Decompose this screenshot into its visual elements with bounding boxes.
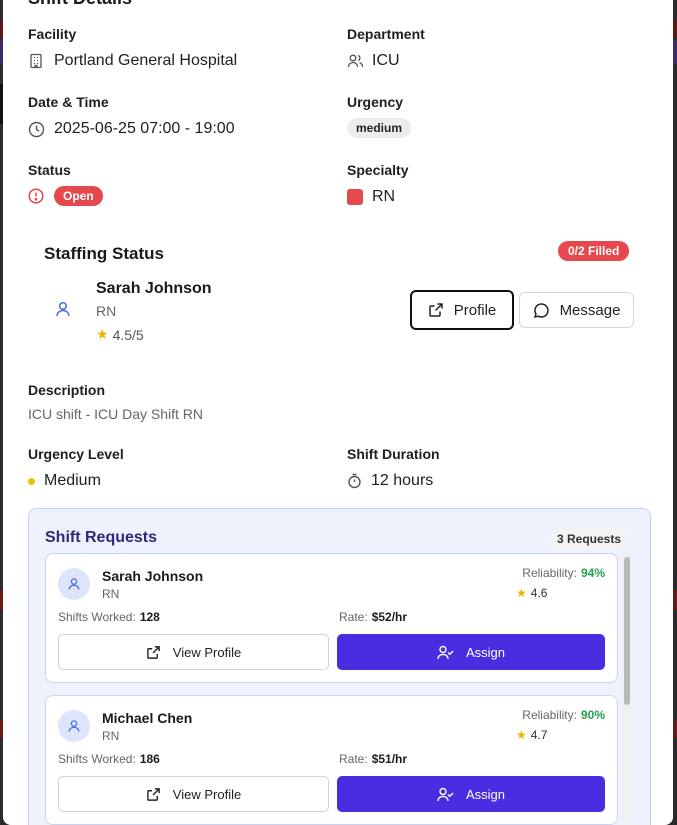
scrollbar-thumb[interactable] xyxy=(624,557,630,705)
status-row: Open xyxy=(28,186,103,206)
facility-row: Portland General Hospital xyxy=(28,52,237,70)
shift-duration-value: 12 hours xyxy=(371,472,434,489)
shift-details-modal: Shift Details Facility Portland General … xyxy=(3,0,673,825)
request-rate: Rate: $52/hr xyxy=(339,610,407,624)
view-profile-button[interactable]: View Profile xyxy=(58,634,329,670)
datetime-value: 2025-06-25 07:00 - 19:00 xyxy=(54,120,235,137)
modal-title: Shift Details xyxy=(28,0,132,9)
urgency-badge: medium xyxy=(347,118,412,138)
department-row: ICU xyxy=(347,52,400,70)
request-card: Michael Chen RN Reliability: 90% ★ 4.7 S… xyxy=(45,695,618,825)
staff-name: Sarah Johnson xyxy=(96,280,212,297)
facility-value: Portland General Hospital xyxy=(54,52,238,69)
status-badge: Open xyxy=(54,186,103,206)
request-role: RN xyxy=(102,587,120,601)
staff-role: RN xyxy=(96,303,117,319)
shifts-worked-value: 128 xyxy=(139,610,160,624)
star-icon: ★ xyxy=(96,326,109,342)
shift-requests-title: Shift Requests xyxy=(45,529,158,546)
staff-user-icon xyxy=(54,300,72,323)
specialty-row: RN xyxy=(347,188,395,206)
request-rating-value: 4.7 xyxy=(530,728,548,742)
description-label: Description xyxy=(28,382,106,398)
status-label: Status xyxy=(28,162,71,178)
request-reliability: Reliability: 94% xyxy=(522,566,605,580)
shifts-worked-value: 186 xyxy=(139,752,160,766)
avatar xyxy=(58,568,90,600)
description-value: ICU shift - ICU Day Shift RN xyxy=(28,406,204,422)
request-name: Michael Chen xyxy=(102,710,193,726)
urgency-label: Urgency xyxy=(347,94,404,110)
datetime-label: Date & Time xyxy=(28,94,109,110)
staff-rating-value: 4.5/5 xyxy=(112,326,144,343)
shifts-worked-label: Shifts Worked: xyxy=(58,752,136,766)
shift-duration-row: 12 hours xyxy=(347,472,433,490)
specialty-color-swatch xyxy=(347,189,363,205)
assign-button[interactable]: Assign xyxy=(337,634,605,670)
staff-rating: ★ 4.5/5 xyxy=(96,326,144,343)
assign-label: Assign xyxy=(465,644,506,660)
rate-label: Rate: xyxy=(339,610,368,624)
users-icon xyxy=(347,53,364,69)
external-link-icon xyxy=(428,302,444,318)
department-value: ICU xyxy=(372,52,400,69)
datetime-row: 2025-06-25 07:00 - 19:00 xyxy=(28,120,235,138)
view-profile-label: View Profile xyxy=(172,786,242,802)
rate-value: $51/hr xyxy=(371,752,408,766)
building-icon xyxy=(28,53,44,69)
urgency-level-value: Medium xyxy=(44,472,101,489)
request-card: Sarah Johnson RN Reliability: 94% ★ 4.6 … xyxy=(45,553,618,683)
view-profile-label: View Profile xyxy=(172,644,242,660)
timer-icon xyxy=(347,473,362,489)
shift-duration-label: Shift Duration xyxy=(347,446,440,462)
request-role: RN xyxy=(102,729,120,743)
alert-circle-icon xyxy=(28,188,44,204)
urgency-level-row: Medium xyxy=(28,472,101,490)
rate-label: Rate: xyxy=(339,752,368,766)
request-rating-value: 4.6 xyxy=(530,586,548,600)
shift-requests-panel: Shift Requests 3 Requests Sarah Johnson … xyxy=(28,508,651,825)
reliability-value: 90% xyxy=(580,708,605,722)
urgency-dot xyxy=(28,477,35,485)
staffing-status-title: Staffing Status xyxy=(44,244,164,263)
assign-label: Assign xyxy=(465,786,506,802)
background-right-edge xyxy=(673,0,677,815)
external-link-icon xyxy=(146,645,161,660)
user-check-icon xyxy=(437,787,454,802)
message-circle-icon xyxy=(533,302,550,319)
reliability-label: Reliability: xyxy=(522,566,577,580)
requests-scrollbar[interactable] xyxy=(622,553,632,823)
star-icon: ★ xyxy=(516,728,527,742)
shifts-worked: Shifts Worked: 128 xyxy=(58,610,160,624)
shifts-worked: Shifts Worked: 186 xyxy=(58,752,160,766)
department-label: Department xyxy=(347,26,425,42)
specialty-label: Specialty xyxy=(347,162,409,178)
avatar xyxy=(58,710,90,742)
request-name: Sarah Johnson xyxy=(102,568,204,584)
request-rating: ★ 4.7 xyxy=(516,728,547,742)
user-check-icon xyxy=(437,645,454,660)
clock-icon xyxy=(28,121,45,138)
shifts-worked-label: Shifts Worked: xyxy=(58,610,136,624)
requests-count-badge: 3 Requests xyxy=(549,529,630,549)
profile-button-label: Profile xyxy=(453,301,497,319)
facility-label: Facility xyxy=(28,26,77,42)
urgency-level-label: Urgency Level xyxy=(28,446,124,462)
request-rating: ★ 4.6 xyxy=(516,586,547,600)
message-button-label: Message xyxy=(559,301,621,319)
star-icon: ★ xyxy=(516,586,527,600)
message-button[interactable]: Message xyxy=(519,292,634,328)
reliability-value: 94% xyxy=(580,566,605,580)
rate-value: $52/hr xyxy=(371,610,408,624)
specialty-value: RN xyxy=(372,188,396,205)
profile-button[interactable]: Profile xyxy=(410,290,514,330)
request-rate: Rate: $51/hr xyxy=(339,752,407,766)
external-link-icon xyxy=(146,787,161,802)
assign-button[interactable]: Assign xyxy=(337,776,605,812)
filled-badge: 0/2 Filled xyxy=(558,241,630,261)
reliability-label: Reliability: xyxy=(522,708,577,722)
request-reliability: Reliability: 90% xyxy=(522,708,605,722)
view-profile-button[interactable]: View Profile xyxy=(58,776,329,812)
